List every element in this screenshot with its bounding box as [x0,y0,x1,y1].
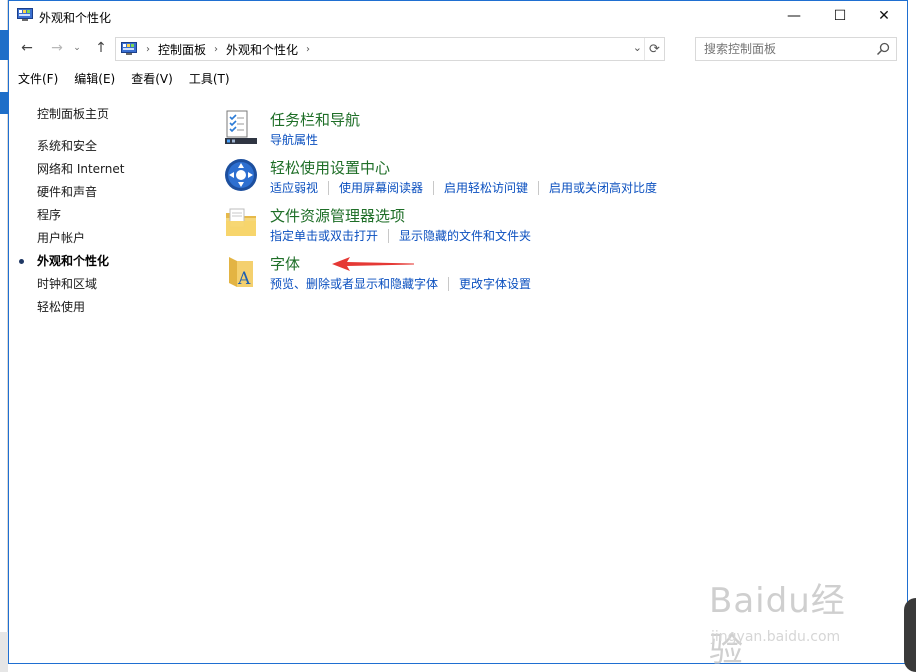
search-input[interactable] [696,38,866,60]
forward-button[interactable]: → [47,38,67,58]
section-fonts: A 字体 预览、删除或者显示和隐藏字体 更改字体设置 [223,251,883,295]
breadcrumb-appearance[interactable]: 外观和个性化 [226,41,298,58]
up-button[interactable]: ↑ [91,38,111,58]
fonts-folder-icon[interactable]: A [223,253,259,289]
sidebar-item-ease-of-access[interactable]: 轻松使用 [37,299,124,322]
link-access-keys[interactable]: 启用轻松访问键 [444,179,528,196]
window-title: 外观和个性化 [39,11,112,25]
link-divider [448,276,450,291]
link-navigation-properties[interactable]: 导航属性 [270,131,318,148]
link-font-settings[interactable]: 更改字体设置 [459,275,531,292]
title-bar[interactable]: 外观和个性化 — ☐ ✕ [9,1,907,31]
taskbar-checklist-icon[interactable] [223,109,259,145]
sidebar-item-clock-region[interactable]: 时钟和区域 [37,276,124,299]
menu-view[interactable]: 查看(V) [131,70,173,87]
desktop-corner-element [904,598,916,672]
close-button[interactable]: ✕ [861,1,907,31]
baidu-jingyan-watermark: Baidu经验 jingyan.baidu.com [709,573,879,670]
breadcrumb-separator[interactable]: › [214,44,218,55]
sidebar-item-hardware-sound[interactable]: 硬件和声音 [37,184,124,207]
back-button[interactable]: ← [17,38,37,58]
section-title[interactable]: 文件资源管理器选项 [270,205,405,226]
sidebar-item-system-security[interactable]: 系统和安全 [37,138,124,161]
desktop-edge-block [0,632,8,672]
link-divider [433,180,435,195]
link-screen-reader[interactable]: 使用屏幕阅读器 [339,179,423,196]
recent-locations-button[interactable]: ⌄ [71,38,83,58]
control-panel-window: 外观和个性化 — ☐ ✕ ← → ⌄ ↑ › 控制面板 › 外观和个性化 › ⌄… [8,0,908,670]
link-divider [388,228,390,243]
link-show-hidden-files[interactable]: 显示隐藏的文件和文件夹 [399,227,531,244]
search-icon[interactable] [876,42,890,56]
ease-of-access-icon[interactable] [223,157,259,193]
section-links: 指定单击或双击打开 显示隐藏的文件和文件夹 [270,227,531,244]
current-page-bullet-icon [19,259,24,264]
control-panel-home-link[interactable]: 控制面板主页 [37,105,109,122]
link-manage-fonts[interactable]: 预览、删除或者显示和隐藏字体 [270,275,438,292]
link-low-vision[interactable]: 适应弱视 [270,179,318,196]
section-ease-of-access: 轻松使用设置中心 适应弱视 使用屏幕阅读器 启用轻松访问键 启用或关闭高对比度 [223,155,883,199]
search-box[interactable] [695,37,897,61]
breadcrumb-separator[interactable]: › [306,44,310,55]
menu-file[interactable]: 文件(F) [18,70,58,87]
breadcrumb-separator[interactable]: › [146,44,150,55]
desktop-edge [0,0,8,672]
watermark-logo: Baidu经验 [709,581,846,670]
section-title[interactable]: 字体 [270,253,300,274]
section-links: 适应弱视 使用屏幕阅读器 启用轻松访问键 启用或关闭高对比度 [270,179,657,196]
link-divider [538,180,540,195]
section-links: 预览、删除或者显示和隐藏字体 更改字体设置 [270,275,531,292]
section-title[interactable]: 轻松使用设置中心 [270,157,390,178]
navigation-row: ← → ⌄ ↑ › 控制面板 › 外观和个性化 › ⌄ ⟳ [9,33,907,63]
section-file-explorer-options: 文件资源管理器选项 指定单击或双击打开 显示隐藏的文件和文件夹 [223,203,883,247]
svg-text:A: A [237,269,251,289]
menu-tools[interactable]: 工具(T) [189,70,230,87]
link-single-double-click[interactable]: 指定单击或双击打开 [270,227,378,244]
desktop-edge-accent [0,92,8,114]
desktop-edge-accent [0,30,8,60]
section-title[interactable]: 任务栏和导航 [270,109,360,130]
control-panel-icon [17,8,33,21]
refresh-button[interactable]: ⟳ [644,38,664,60]
minimize-button[interactable]: — [771,1,817,31]
address-bar[interactable]: › 控制面板 › 外观和个性化 › ⌄ ⟳ [115,37,665,61]
category-list: 系统和安全 网络和 Internet 硬件和声音 程序 用户帐户 外观和个性化 … [19,138,124,322]
folder-options-icon[interactable] [223,205,259,241]
sidebar-item-appearance[interactable]: 外观和个性化 [19,253,124,276]
maximize-button[interactable]: ☐ [817,1,863,31]
control-panel-icon [121,42,137,55]
menu-bar: 文件(F) 编辑(E) 查看(V) 工具(T) [9,67,907,89]
address-dropdown-icon[interactable]: ⌄ [633,41,642,54]
section-taskbar-navigation: 任务栏和导航 导航属性 [223,107,883,151]
watermark-url: jingyan.baidu.com [711,629,841,645]
sidebar-item-user-accounts[interactable]: 用户帐户 [37,230,124,253]
breadcrumb-control-panel[interactable]: 控制面板 [158,41,206,58]
section-links: 导航属性 [270,131,318,148]
sidebar-item-network[interactable]: 网络和 Internet [37,161,124,184]
link-high-contrast[interactable]: 启用或关闭高对比度 [549,179,657,196]
link-divider [328,180,330,195]
sidebar-item-label: 外观和个性化 [37,254,110,268]
sidebar-item-programs[interactable]: 程序 [37,207,124,230]
menu-edit[interactable]: 编辑(E) [74,70,115,87]
annotation-arrow-icon [332,257,414,271]
